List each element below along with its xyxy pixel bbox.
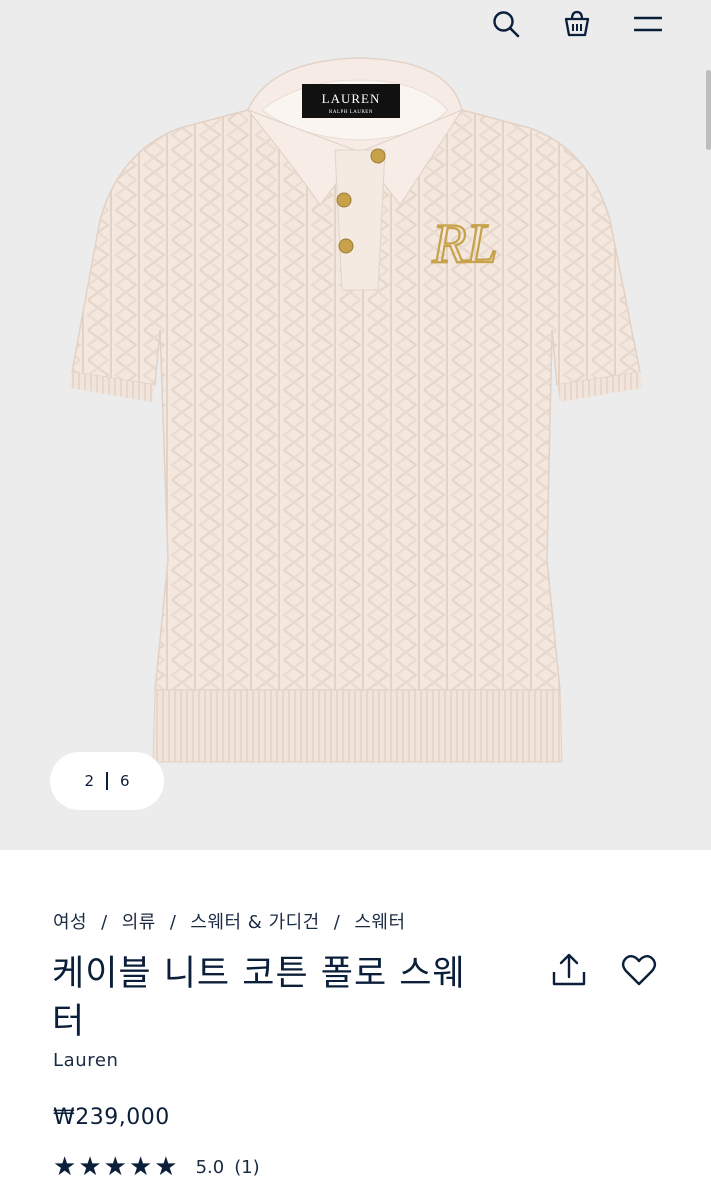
heart-icon <box>621 954 657 986</box>
breadcrumb: 여성 / 의류 / 스웨터 & 가디건 / 스웨터 <box>53 908 406 934</box>
label-subtext: RALPH LAUREN <box>329 110 373 115</box>
image-pager[interactable]: 2 6 <box>50 752 164 810</box>
star-icon: ★ <box>53 1152 77 1182</box>
product-brand[interactable]: Lauren <box>53 1050 119 1071</box>
product-info: 여성 / 의류 / 스웨터 & 가디건 / 스웨터 케이블 니트 코튼 폴로 스웨터 Lau… <box>0 850 711 1200</box>
breadcrumb-item-women[interactable]: 여성 <box>53 912 87 933</box>
breadcrumb-separator: / <box>333 912 341 933</box>
product-title: 케이블 니트 코튼 폴로 스웨터 <box>52 954 466 1042</box>
star-icon: ★ <box>78 1152 102 1182</box>
shopping-bag-icon[interactable] <box>557 4 597 44</box>
product-image: LAUREN RALPH LAUREN RL <box>70 57 642 763</box>
breadcrumb-separator: / <box>101 912 108 933</box>
product-rating[interactable]: ★ ★ ★ ★ ★ 5.0 (1) <box>53 1153 260 1181</box>
pager-divider <box>106 772 108 790</box>
product-gallery[interactable]: LAUREN RALPH LAUREN RL 2 6 <box>0 0 711 850</box>
search-icon[interactable] <box>486 4 526 44</box>
wishlist-button[interactable] <box>618 950 660 992</box>
star-icon: ★ <box>103 1152 127 1182</box>
share-button[interactable] <box>548 950 590 992</box>
top-bar <box>0 0 711 50</box>
product-price: ₩239,000 <box>53 1105 170 1130</box>
share-icon <box>552 953 586 986</box>
pager-current: 2 <box>84 772 94 790</box>
scrollbar[interactable] <box>706 70 711 150</box>
star-icon: ★ <box>128 1152 153 1182</box>
rating-value: 5.0 <box>195 1156 225 1178</box>
breadcrumb-item-sweaters-cardigans[interactable]: 스웨터 & 가디건 <box>190 912 319 933</box>
label-text: LAUREN <box>322 91 381 106</box>
review-count[interactable]: (1) <box>234 1157 260 1178</box>
menu-icon[interactable] <box>628 4 668 44</box>
pager-total: 6 <box>120 772 130 790</box>
breadcrumb-separator: / <box>169 912 177 933</box>
rating-stars: ★ ★ ★ ★ ★ <box>53 1153 178 1181</box>
monogram: RL <box>431 213 497 275</box>
breadcrumb-item-clothing[interactable]: 의류 <box>122 912 156 933</box>
star-icon: ★ <box>154 1152 178 1182</box>
breadcrumb-item-sweaters[interactable]: 스웨터 <box>354 912 405 933</box>
